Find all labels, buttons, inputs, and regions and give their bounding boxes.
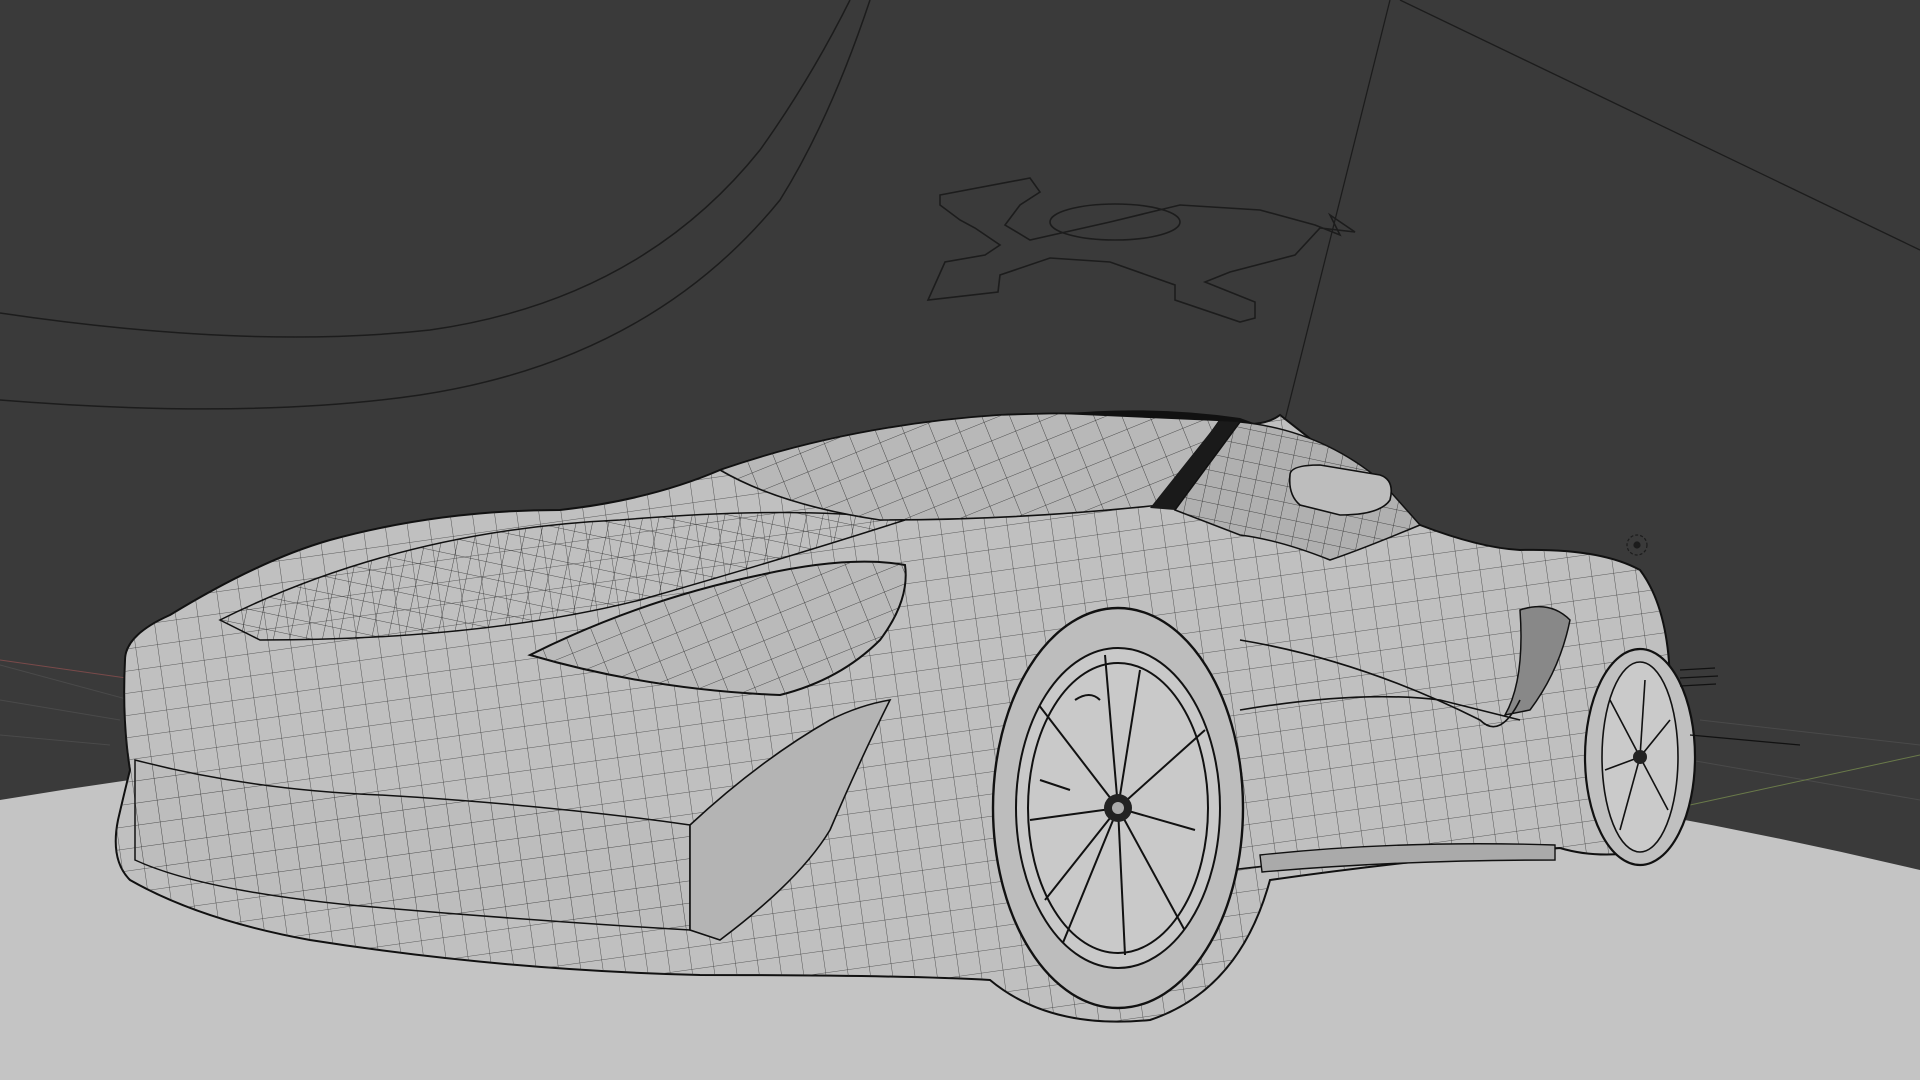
rear-wheel[interactable] [1583,647,1697,867]
3d-viewport[interactable] [0,0,1920,1080]
scene-canvas[interactable] [0,0,1920,1080]
front-wheel[interactable] [991,606,1245,1010]
